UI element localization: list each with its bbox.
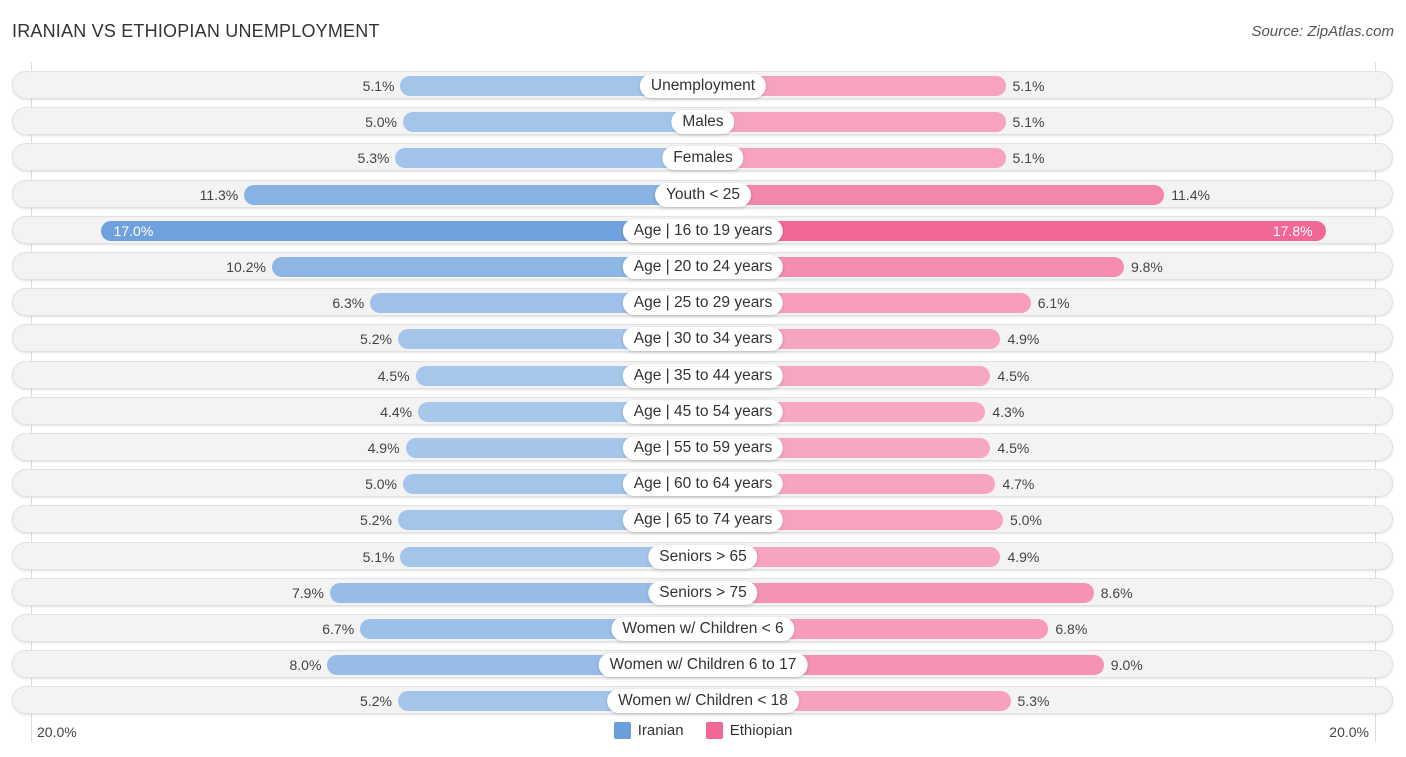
- value-label-ethiopian: 5.0%: [1010, 512, 1042, 529]
- value-label-ethiopian: 9.8%: [1130, 259, 1163, 275]
- category-label: Unemployment: [639, 74, 767, 98]
- value-label-ethiopian: 5.1%: [1012, 114, 1045, 131]
- chart-row: 6.3% 6.1% Age | 25 to 29 years: [12, 288, 1393, 317]
- bar-iranian[interactable]: [403, 112, 703, 133]
- value-label-ethiopian: 5.3%: [1017, 693, 1050, 710]
- value-label-iranian: 6.7%: [322, 621, 355, 637]
- category-label: Age | 65 to 74 years: [622, 508, 784, 533]
- category-label: Age | 45 to 54 years: [622, 399, 784, 424]
- value-label-ethiopian: 4.9%: [1007, 331, 1040, 348]
- chart-row: 5.3% 5.1% Females: [12, 143, 1393, 172]
- chart-row: 5.2% 5.0% Age | 65 to 74 years: [12, 505, 1393, 534]
- value-label-iranian: 4.5%: [377, 367, 410, 384]
- legend-item-ethiopian[interactable]: Ethiopian: [705, 722, 793, 739]
- value-label-ethiopian: 5.1%: [1012, 150, 1045, 167]
- bar-ethiopian[interactable]: [703, 220, 1326, 241]
- value-label-ethiopian: 6.8%: [1055, 621, 1088, 637]
- value-label-iranian: 6.3%: [332, 295, 365, 312]
- category-label: Women w/ Children < 18: [607, 689, 799, 714]
- chart-row: 10.2% 9.8% Age | 20 to 24 years: [12, 252, 1393, 280]
- chart-row: 4.9% 4.5% Age | 55 to 59 years: [12, 433, 1393, 461]
- value-label-iranian: 4.9%: [367, 440, 400, 456]
- category-label: Age | 30 to 34 years: [622, 327, 784, 352]
- chart-row: 8.0% 9.0% Women w/ Children 6 to 17: [12, 650, 1393, 679]
- value-label-ethiopian: 5.1%: [1012, 78, 1045, 94]
- legend-swatch-iranian: [613, 722, 631, 739]
- legend-item-iranian[interactable]: Iranian: [613, 722, 684, 739]
- chart-row: 4.4% 4.3% Age | 45 to 54 years: [12, 396, 1393, 425]
- value-label-ethiopian: 9.0%: [1110, 657, 1143, 674]
- value-label-ethiopian: 17.8%: [1272, 222, 1313, 239]
- value-label-ethiopian: 4.7%: [1002, 476, 1035, 493]
- bar-iranian[interactable]: [244, 184, 703, 205]
- chart-row: 11.3% 11.4% Youth < 25: [12, 179, 1393, 208]
- legend-label-ethiopian: Ethiopian: [729, 722, 793, 739]
- category-label: Age | 16 to 19 years: [622, 218, 784, 243]
- bar-ethiopian[interactable]: [703, 112, 1006, 133]
- value-label-ethiopian: 4.9%: [1007, 548, 1040, 565]
- legend-swatch-ethiopian: [705, 722, 723, 739]
- category-label: Women w/ Children < 6: [611, 617, 795, 641]
- category-label: Males: [671, 110, 735, 135]
- value-label-iranian: 5.0%: [365, 114, 397, 131]
- chart-row: 6.7% 6.8% Women w/ Children < 6: [12, 614, 1393, 642]
- chart-row: 5.1% 4.9% Seniors > 65: [12, 541, 1393, 570]
- chart-row: 5.2% 5.3% Women w/ Children < 18: [12, 686, 1393, 715]
- chart-row: 17.0% 17.8% Age | 16 to 19 years: [12, 215, 1393, 244]
- legend: Iranian Ethiopian: [0, 722, 1406, 743]
- chart-area: 5.1% 5.1% Unemployment 5.0% 5.1% Males 5.3% 5.1…: [0, 0, 1406, 757]
- value-label-iranian: 4.4%: [380, 403, 413, 420]
- chart-row: 5.0% 5.1% Males: [12, 107, 1393, 136]
- value-label-ethiopian: 4.3%: [992, 403, 1025, 420]
- value-label-ethiopian: 8.6%: [1100, 584, 1133, 601]
- value-label-ethiopian: 4.5%: [997, 440, 1030, 456]
- value-label-iranian: 5.2%: [360, 331, 392, 348]
- value-label-iranian: 5.0%: [365, 476, 397, 493]
- value-label-ethiopian: 11.4%: [1171, 186, 1210, 203]
- chart-row: 4.5% 4.5% Age | 35 to 44 years: [12, 360, 1393, 389]
- chart-row: 5.0% 4.7% Age | 60 to 64 years: [12, 469, 1393, 498]
- value-label-iranian: 17.0%: [113, 222, 154, 239]
- category-label: Seniors > 75: [648, 580, 758, 605]
- value-label-iranian: 7.9%: [292, 584, 324, 601]
- bar-iranian[interactable]: [395, 148, 703, 169]
- value-label-iranian: 10.2%: [226, 259, 266, 275]
- value-label-ethiopian: 4.5%: [997, 367, 1030, 384]
- category-label: Youth < 25: [655, 182, 751, 207]
- category-label: Age | 25 to 29 years: [622, 291, 784, 316]
- value-label-ethiopian: 6.1%: [1037, 295, 1070, 312]
- category-label: Females: [662, 146, 744, 171]
- category-label: Women w/ Children 6 to 17: [598, 653, 808, 678]
- category-label: Age | 35 to 44 years: [622, 363, 784, 388]
- chart-row: 7.9% 8.6% Seniors > 75: [12, 577, 1393, 606]
- bar-ethiopian[interactable]: [703, 148, 1006, 169]
- category-label: Age | 20 to 24 years: [622, 255, 784, 279]
- chart-row: 5.1% 5.1% Unemployment: [12, 71, 1393, 99]
- value-label-iranian: 5.3%: [357, 150, 390, 167]
- value-label-iranian: 8.0%: [289, 657, 322, 674]
- value-label-iranian: 5.2%: [360, 693, 392, 710]
- value-label-iranian: 11.3%: [199, 186, 239, 203]
- bar-iranian[interactable]: [100, 220, 703, 241]
- bar-iranian[interactable]: [329, 582, 703, 603]
- value-label-iranian: 5.1%: [362, 78, 395, 94]
- value-label-iranian: 5.1%: [362, 548, 395, 565]
- category-label: Age | 60 to 64 years: [622, 472, 784, 497]
- value-label-iranian: 5.2%: [360, 512, 392, 529]
- bar-ethiopian[interactable]: [703, 184, 1165, 205]
- bar-ethiopian[interactable]: [703, 582, 1094, 603]
- category-label: Age | 55 to 59 years: [622, 436, 784, 460]
- legend-label-iranian: Iranian: [637, 722, 684, 739]
- chart-row: 5.2% 4.9% Age | 30 to 34 years: [12, 324, 1393, 353]
- category-label: Seniors > 65: [648, 544, 758, 569]
